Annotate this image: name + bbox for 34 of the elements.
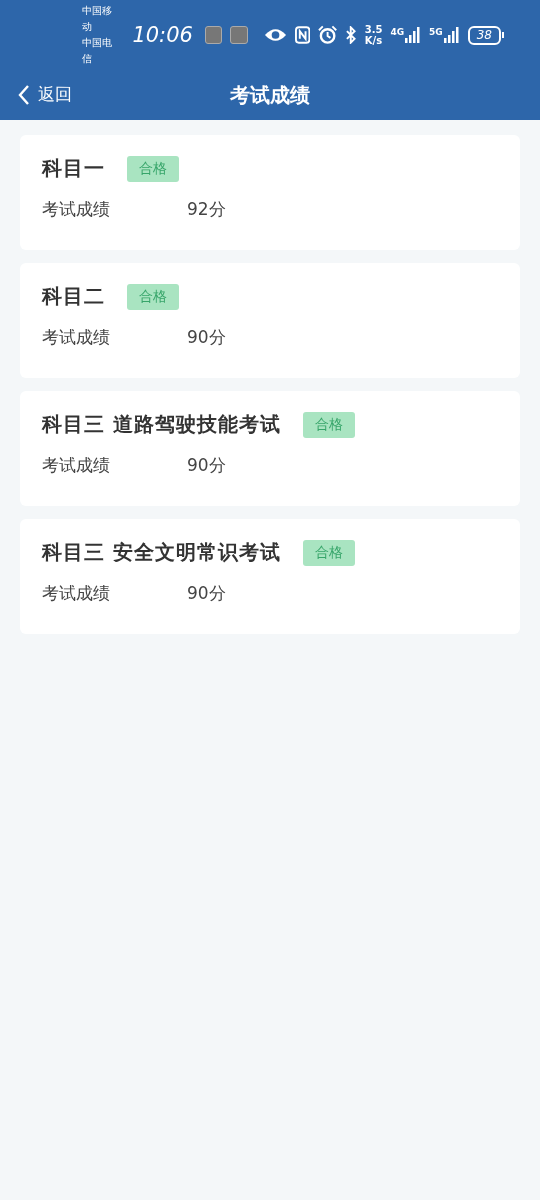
score-label: 考试成绩 [42, 326, 111, 349]
score-label: 考试成绩 [42, 582, 111, 605]
carrier-name: 中国电信 [82, 36, 113, 66]
nfc-icon [294, 26, 310, 44]
score-label: 考试成绩 [42, 454, 111, 477]
subject-name: 科目三 安全文明常识考试 [42, 539, 281, 566]
score-value: 90分 [187, 582, 226, 605]
subject-name: 科目三 道路驾驶技能考试 [42, 411, 281, 438]
pass-tag: 合格 [302, 411, 355, 438]
score-label: 考试成绩 [42, 198, 111, 221]
signal-icon [405, 27, 422, 43]
network-speed: 3.5 K/s [364, 24, 383, 46]
eye-icon [263, 27, 287, 43]
alarm-icon [317, 25, 338, 45]
battery-level: 38 [467, 25, 501, 45]
network-type: 4G [390, 27, 405, 37]
page-title: 考试成绩 [230, 81, 310, 109]
pass-tag: 合格 [127, 283, 179, 310]
bluetooth-icon [345, 26, 357, 44]
carrier-name: 中国移动 [82, 4, 113, 34]
pass-tag: 合格 [302, 539, 355, 566]
clock-time: 10:06 [132, 23, 193, 47]
subject-name: 科目一 [42, 155, 105, 182]
network-type: 5G [429, 27, 443, 37]
back-button[interactable]: 返回 [14, 79, 76, 110]
app-icon [204, 26, 223, 44]
chevron-left-icon [18, 83, 30, 106]
subject-name: 科目二 [42, 283, 105, 310]
score-value: 90分 [187, 454, 226, 477]
app-icon [230, 26, 248, 44]
score-value: 92分 [187, 198, 226, 221]
pass-tag: 合格 [127, 155, 179, 182]
score-value: 90分 [187, 326, 226, 349]
signal-icon [443, 27, 460, 43]
